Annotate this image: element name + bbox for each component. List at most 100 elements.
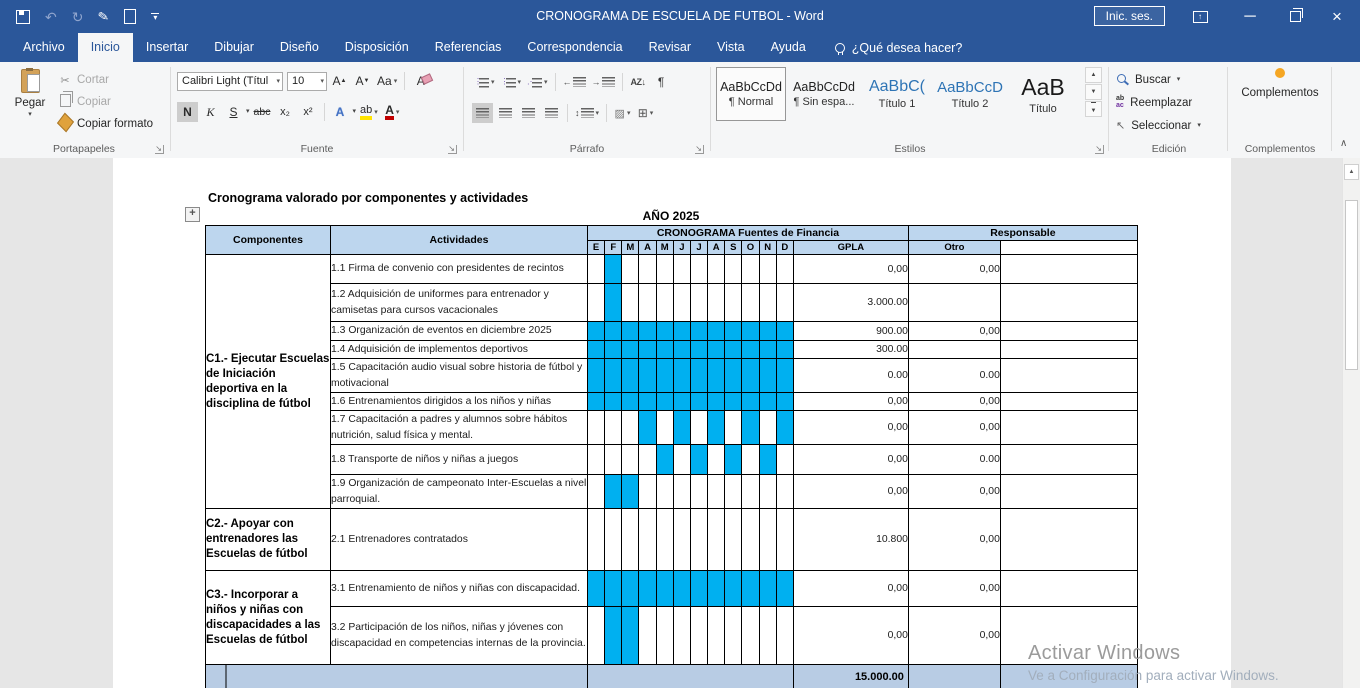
line-spacing-button[interactable]: ↕▾ [573, 103, 601, 123]
select-button[interactable]: ↖Seleccionar▾ [1116, 114, 1201, 137]
gantt-cell-m8[interactable] [708, 475, 725, 509]
gpla-value-cell[interactable]: 0,00 [793, 393, 908, 411]
bold-button[interactable]: N [177, 102, 198, 122]
otro-value-cell[interactable] [908, 341, 1000, 359]
style-gallery-more-button[interactable]: ▼ [1085, 101, 1102, 117]
gantt-cell-m12-filled[interactable] [776, 359, 793, 393]
gantt-cell-m7-filled[interactable] [690, 322, 707, 341]
gpla-value-cell[interactable]: 3.000.00 [793, 284, 908, 322]
font-name-combobox[interactable]: Calibri Light (Títul▾ [177, 72, 283, 91]
gantt-cell-m8[interactable] [708, 607, 725, 665]
gpla-value-cell[interactable]: 0,00 [793, 607, 908, 665]
gantt-cell-m10-filled[interactable] [742, 571, 759, 607]
activity-cell[interactable]: 1.6 Entrenamientos dirigidos a los niños… [331, 393, 588, 411]
style-card-sinespa[interactable]: AaBbCcDd¶ Sin espa... [789, 67, 859, 121]
gantt-cell-m4[interactable] [639, 255, 656, 284]
shrink-font-button[interactable]: A▼ [352, 71, 373, 91]
close-button[interactable]: × [1322, 0, 1352, 33]
cronograma-table[interactable]: ComponentesActividadesCRONOGRAMA Fuentes… [205, 225, 1138, 688]
gpla-value-cell[interactable]: 300.00 [793, 341, 908, 359]
gantt-cell-m9[interactable] [725, 255, 742, 284]
gantt-cell-m9[interactable] [725, 411, 742, 445]
find-button[interactable]: Buscar▾ [1116, 68, 1201, 91]
font-dialog-launcher[interactable]: ↘ [448, 145, 457, 154]
responsable-cell[interactable] [1000, 509, 1137, 571]
gpla-value-cell[interactable]: 0,00 [793, 255, 908, 284]
gantt-cell-m4[interactable] [639, 284, 656, 322]
superscript-button[interactable]: x² [298, 102, 319, 122]
underline-button[interactable]: S [223, 102, 244, 122]
responsable-cell[interactable] [1000, 571, 1137, 607]
component-cell[interactable]: C3.- Incorporar a niños y niñas con disc… [206, 571, 331, 665]
gantt-cell-m12-filled[interactable] [776, 411, 793, 445]
gantt-cell-m9[interactable] [725, 509, 742, 571]
gantt-cell-m11-filled[interactable] [759, 341, 776, 359]
activity-cell[interactable]: 1.2 Adquisición de uniformes para entren… [331, 284, 588, 322]
gantt-cell-m2-filled[interactable] [605, 322, 622, 341]
tab-archivo[interactable]: Archivo [10, 33, 78, 62]
gantt-cell-m8-filled[interactable] [708, 571, 725, 607]
sign-in-button[interactable]: Inic. ses. [1094, 6, 1165, 26]
gantt-cell-m2[interactable] [605, 411, 622, 445]
gantt-cell-m2-filled[interactable] [605, 393, 622, 411]
gantt-cell-m6[interactable] [673, 607, 690, 665]
tab-diseo[interactable]: Diseño [267, 33, 332, 62]
tab-ayuda[interactable]: Ayuda [758, 33, 819, 62]
gantt-cell-m11-filled[interactable] [759, 571, 776, 607]
font-size-combobox[interactable]: 10▾ [287, 72, 327, 91]
gantt-cell-m6[interactable] [673, 445, 690, 475]
restore-button[interactable] [1280, 0, 1310, 33]
gantt-cell-m2-filled[interactable] [605, 607, 622, 665]
tab-dibujar[interactable]: Dibujar [201, 33, 267, 62]
gantt-cell-m11-filled[interactable] [759, 393, 776, 411]
gantt-cell-m12-filled[interactable] [776, 322, 793, 341]
otro-value-cell[interactable]: 0,00 [908, 571, 1000, 607]
gantt-cell-m7[interactable] [690, 284, 707, 322]
italic-button[interactable]: K [200, 102, 221, 122]
activity-cell[interactable]: 1.7 Capacitación a padres y alumnos sobr… [331, 411, 588, 445]
otro-value-cell[interactable]: 0,00 [908, 322, 1000, 341]
subscript-button[interactable]: x₂ [275, 102, 296, 122]
gpla-value-cell[interactable]: 10.800 [793, 509, 908, 571]
responsable-cell[interactable] [1000, 255, 1137, 284]
gantt-cell-m5-filled[interactable] [656, 571, 673, 607]
gantt-cell-m5-filled[interactable] [656, 322, 673, 341]
gantt-cell-m9-filled[interactable] [725, 322, 742, 341]
font-color-button[interactable]: A [385, 105, 394, 120]
gantt-cell-m7[interactable] [690, 475, 707, 509]
gantt-cell-m9-filled[interactable] [725, 393, 742, 411]
activity-cell[interactable]: 1.1 Firma de convenio con presidentes de… [331, 255, 588, 284]
gantt-cell-m6-filled[interactable] [673, 411, 690, 445]
gpla-value-cell[interactable]: 0,00 [793, 445, 908, 475]
gpla-value-cell[interactable]: 0,00 [793, 571, 908, 607]
gantt-cell-m11[interactable] [759, 284, 776, 322]
gantt-cell-m7[interactable] [690, 607, 707, 665]
gantt-cell-m8-filled[interactable] [708, 322, 725, 341]
gantt-cell-m6-filled[interactable] [673, 571, 690, 607]
gantt-cell-m6-filled[interactable] [673, 359, 690, 393]
addins-button[interactable]: Complementos [1232, 68, 1328, 99]
gantt-cell-m9-filled[interactable] [725, 571, 742, 607]
gantt-cell-m3-filled[interactable] [622, 359, 639, 393]
gantt-cell-m1-filled[interactable] [588, 322, 605, 341]
multilevel-list-button[interactable]: ▾ [525, 72, 550, 92]
otro-value-cell[interactable]: 0,00 [908, 255, 1000, 284]
gantt-cell-m10-filled[interactable] [742, 411, 759, 445]
gantt-cell-m9[interactable] [725, 475, 742, 509]
gantt-cell-m3-filled[interactable] [622, 607, 639, 665]
gantt-cell-m12[interactable] [776, 475, 793, 509]
gantt-cell-m10[interactable] [742, 445, 759, 475]
gantt-cell-m12[interactable] [776, 255, 793, 284]
borders-button[interactable]: ⊞▾ [635, 103, 656, 123]
gantt-cell-m3-filled[interactable] [622, 475, 639, 509]
gantt-cell-m12[interactable] [776, 607, 793, 665]
gantt-cell-m7[interactable] [690, 509, 707, 571]
gantt-cell-m1[interactable] [588, 255, 605, 284]
strikethrough-button[interactable]: abc [252, 102, 273, 122]
gantt-cell-m6[interactable] [673, 284, 690, 322]
gantt-cell-m7-filled[interactable] [690, 571, 707, 607]
gpla-value-cell[interactable]: 0,00 [793, 475, 908, 509]
component-cell[interactable]: C2.- Apoyar con entrenadores las Escuela… [206, 509, 331, 571]
gantt-cell-m11[interactable] [759, 475, 776, 509]
numbering-button[interactable]: ▾ [499, 72, 524, 92]
